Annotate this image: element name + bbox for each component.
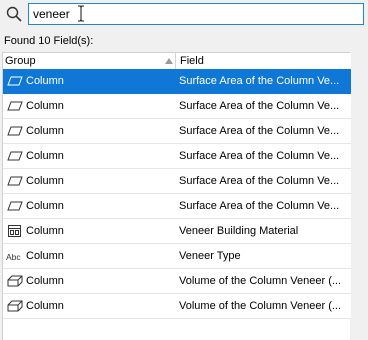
list-row[interactable]: Column Surface Area of the Column Ve... [3, 94, 351, 119]
column-header-field-label: Field [180, 55, 204, 67]
row-field-cell: Surface Area of the Column Ve... [179, 200, 340, 212]
list-row[interactable]: Column Volume of the Column Veneer (... [3, 294, 351, 319]
parallelogram-icon [7, 176, 23, 186]
row-group-cell: Column [26, 125, 64, 137]
list-row[interactable]: Column Surface Area of the Column Ve... [3, 119, 351, 144]
text-cursor-icon [78, 5, 84, 22]
results-count: Found 10 Field(s): [4, 35, 94, 47]
volume-icon [7, 275, 23, 287]
parallelogram-icon [7, 76, 23, 86]
list-row[interactable]: Column Surface Area of the Column Ve... [3, 169, 351, 194]
sort-ascending-icon [165, 58, 173, 64]
row-field-cell: Veneer Type [179, 250, 241, 262]
list-header: Group Field [3, 53, 351, 69]
parallelogram-icon [7, 201, 23, 211]
row-group-cell: Column [26, 225, 64, 237]
parallelogram-icon [7, 101, 23, 111]
list-row[interactable]: Column Surface Area of the Column Ve... [3, 69, 351, 94]
row-group-cell: Column [26, 75, 64, 87]
list-row[interactable]: Column Surface Area of the Column Ve... [3, 194, 351, 219]
row-group-cell: Column [26, 275, 64, 287]
results-list[interactable]: Group Field Column Surface Area of the Co… [2, 52, 351, 340]
list-row[interactable]: Column Volume of the Column Veneer (... [3, 269, 351, 294]
column-header-group[interactable]: Group [3, 53, 176, 69]
row-field-cell: Surface Area of the Column Ve... [179, 125, 340, 137]
column-header-group-label: Group [5, 55, 36, 67]
row-field-cell: Volume of the Column Veneer (... [179, 300, 342, 312]
row-field-cell: Veneer Building Material [179, 225, 299, 237]
column-header-field[interactable]: Field [177, 53, 351, 69]
list-rows: Column Surface Area of the Column Ve... Co… [3, 69, 351, 319]
svg-text:Abc: Abc [6, 252, 21, 262]
row-group-cell: Column [26, 200, 64, 212]
search-bar [0, 0, 368, 30]
row-field-cell: Surface Area of the Column Ve... [179, 75, 340, 87]
row-field-cell: Surface Area of the Column Ve... [179, 175, 340, 187]
row-group-cell: Column [26, 150, 64, 162]
vertical-scrollbar[interactable] [351, 52, 368, 340]
volume-icon [7, 300, 23, 312]
row-field-cell: Surface Area of the Column Ve... [179, 150, 340, 162]
search-icon [6, 6, 22, 22]
list-row[interactable]: Column Veneer Building Material [3, 219, 351, 244]
row-group-cell: Column [26, 175, 64, 187]
building-material-icon [8, 225, 21, 237]
row-group-cell: Column [26, 100, 64, 112]
parallelogram-icon [7, 126, 23, 136]
parallelogram-icon [7, 151, 23, 161]
row-field-cell: Volume of the Column Veneer (... [179, 275, 342, 287]
text-abc-icon: Abc [6, 252, 21, 262]
row-field-cell: Surface Area of the Column Ve... [179, 100, 340, 112]
list-row[interactable]: Column Surface Area of the Column Ve... [3, 144, 351, 169]
row-group-cell: Column [26, 300, 64, 312]
row-group-cell: Column [26, 250, 64, 262]
list-row[interactable]: Abc Column Veneer Type [3, 244, 351, 269]
